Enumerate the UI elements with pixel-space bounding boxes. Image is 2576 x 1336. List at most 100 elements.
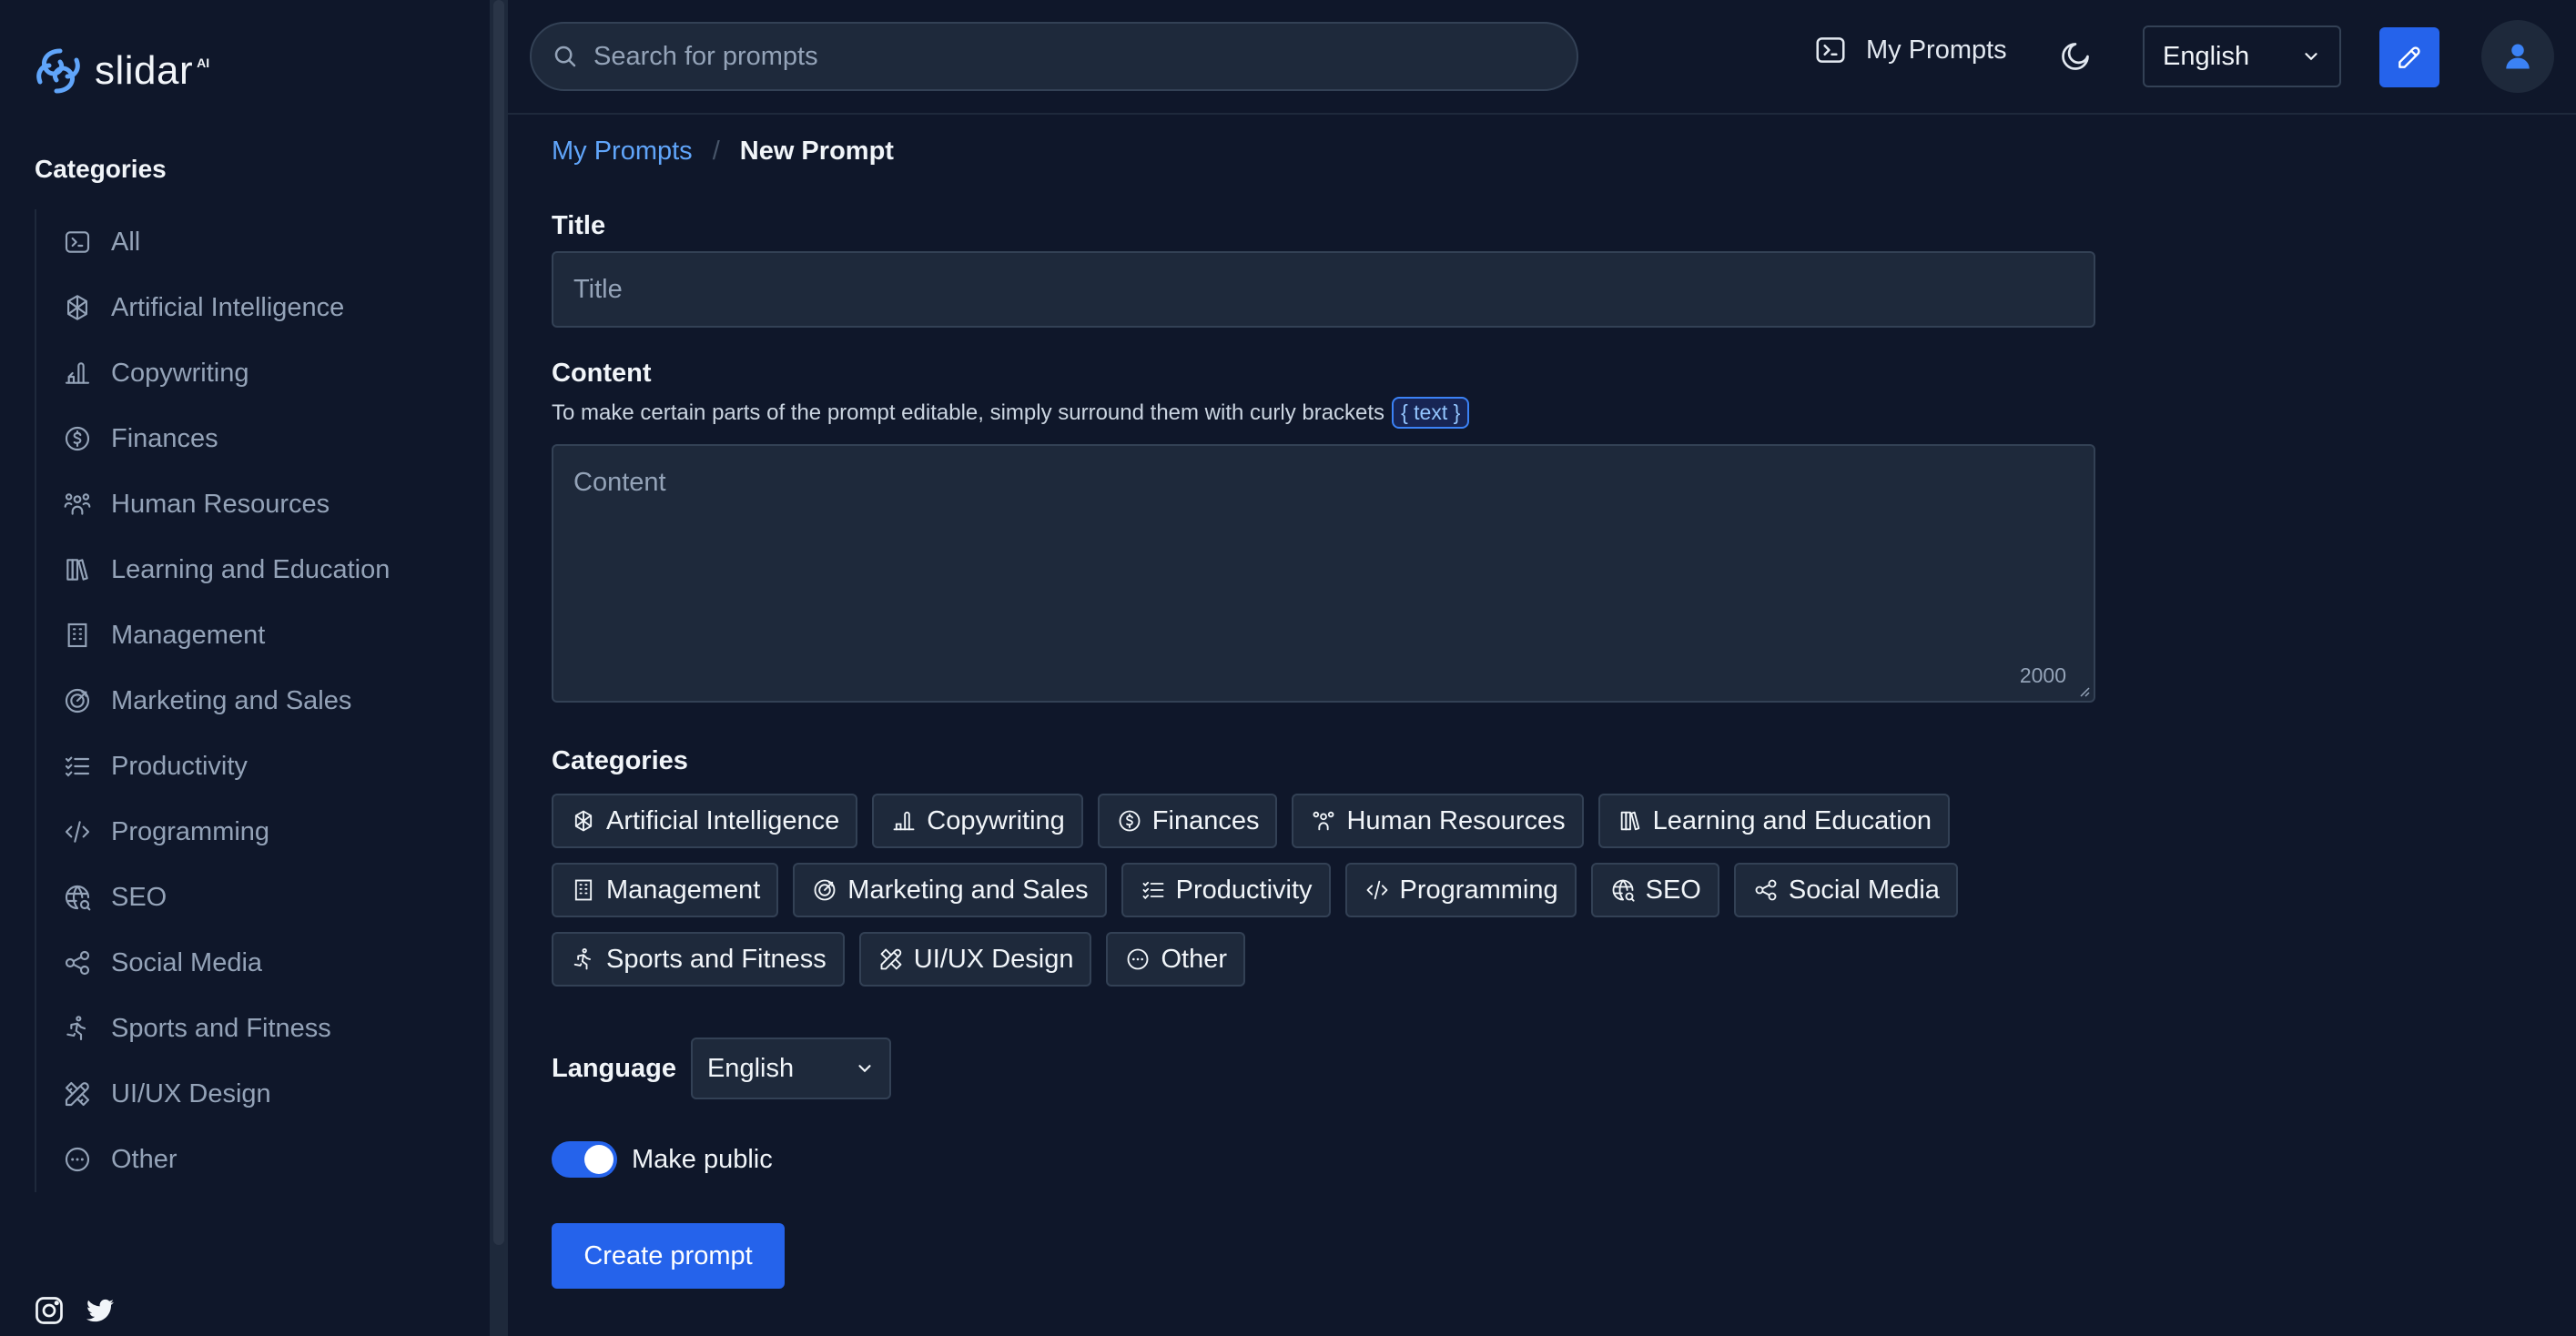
instagram-icon[interactable] bbox=[33, 1294, 66, 1327]
tools-icon bbox=[877, 946, 905, 973]
character-counter: 2000 bbox=[2019, 663, 2066, 687]
sidebar-item-sports-and-fitness[interactable]: Sports and Fitness bbox=[36, 996, 481, 1061]
chip-human-resources[interactable]: Human Resources bbox=[1292, 794, 1584, 848]
chip-marketing-and-sales[interactable]: Marketing and Sales bbox=[793, 863, 1107, 917]
chip-artificial-intelligence[interactable]: Artificial Intelligence bbox=[552, 794, 858, 848]
share-icon bbox=[62, 947, 93, 978]
chip-social-media[interactable]: Social Media bbox=[1733, 863, 1958, 917]
breadcrumb-separator: / bbox=[712, 137, 720, 166]
breadcrumb-current: New Prompt bbox=[739, 137, 894, 166]
prompt-language-select[interactable]: English bbox=[690, 1037, 891, 1099]
pencil-icon bbox=[2395, 43, 2424, 72]
users-icon bbox=[1310, 807, 1337, 835]
logo-icon bbox=[33, 46, 84, 96]
chip-productivity[interactable]: Productivity bbox=[1121, 863, 1331, 917]
chip-label: Learning and Education bbox=[1652, 805, 1932, 835]
twitter-icon[interactable] bbox=[84, 1294, 117, 1327]
terminal-icon bbox=[62, 227, 93, 258]
chip-other[interactable]: Other bbox=[1106, 932, 1245, 987]
sidebar-item-label: Other bbox=[111, 1144, 177, 1174]
new-prompt-button[interactable] bbox=[2379, 27, 2439, 87]
content-textarea[interactable]: Content 2000 bbox=[552, 444, 2095, 703]
make-public-field: Make public bbox=[552, 1141, 773, 1178]
sidebar-item-learning-and-education[interactable]: Learning and Education bbox=[36, 537, 481, 602]
sidebar-item-label: Sports and Fitness bbox=[111, 1013, 331, 1043]
language-select[interactable]: English bbox=[2143, 25, 2341, 87]
brand-sup: AI bbox=[197, 56, 210, 70]
sidebar-item-label: Copywriting bbox=[111, 358, 249, 388]
chip-sports-and-fitness[interactable]: Sports and Fitness bbox=[552, 932, 845, 987]
sidebar-scrollbar[interactable] bbox=[490, 0, 508, 1336]
user-avatar[interactable] bbox=[2481, 20, 2554, 93]
make-public-toggle[interactable] bbox=[552, 1141, 617, 1178]
checklist-icon bbox=[62, 751, 93, 782]
sidebar-item-all[interactable]: All bbox=[36, 209, 481, 275]
chip-ui-ux-design[interactable]: UI/UX Design bbox=[858, 932, 1092, 987]
my-prompts-link[interactable]: My Prompts bbox=[1813, 33, 2007, 67]
sidebar-item-label: Learning and Education bbox=[111, 554, 390, 584]
sidebar-item-seo[interactable]: SEO bbox=[36, 865, 481, 930]
sidebar-item-programming[interactable]: Programming bbox=[36, 799, 481, 865]
brand-logo[interactable]: slidar AI bbox=[33, 46, 209, 96]
openai-icon bbox=[570, 807, 597, 835]
create-prompt-button[interactable]: Create prompt bbox=[552, 1223, 785, 1289]
user-icon bbox=[2501, 40, 2534, 73]
chip-finances[interactable]: Finances bbox=[1097, 794, 1278, 848]
openai-icon bbox=[62, 292, 93, 323]
writing-hand-icon bbox=[62, 358, 93, 389]
chip-label: Productivity bbox=[1175, 875, 1313, 905]
chip-label: Management bbox=[606, 875, 761, 905]
chip-management[interactable]: Management bbox=[552, 863, 779, 917]
chip-copywriting[interactable]: Copywriting bbox=[872, 794, 1083, 848]
sidebar-item-productivity[interactable]: Productivity bbox=[36, 734, 481, 799]
chip-label: Artificial Intelligence bbox=[606, 805, 840, 835]
sidebar-item-management[interactable]: Management bbox=[36, 602, 481, 668]
checklist-icon bbox=[1140, 876, 1167, 904]
chip-label: SEO bbox=[1645, 875, 1701, 905]
sidebar-item-label: SEO bbox=[111, 882, 167, 912]
sidebar-item-label: UI/UX Design bbox=[111, 1078, 271, 1108]
sidebar-item-copywriting[interactable]: Copywriting bbox=[36, 340, 481, 406]
sidebar-item-artificial-intelligence[interactable]: Artificial Intelligence bbox=[36, 275, 481, 340]
sidebar-item-other[interactable]: Other bbox=[36, 1127, 481, 1192]
social-links bbox=[33, 1294, 117, 1327]
title-input[interactable]: Title bbox=[552, 251, 2095, 328]
sidebar-item-label: Productivity bbox=[111, 751, 248, 781]
make-public-label: Make public bbox=[632, 1144, 773, 1174]
sidebar-item-finances[interactable]: Finances bbox=[36, 406, 481, 471]
sidebar-item-label: Marketing and Sales bbox=[111, 685, 352, 715]
sidebar-item-label: Human Resources bbox=[111, 489, 330, 519]
scrollbar-thumb[interactable] bbox=[493, 0, 504, 1245]
toggle-knob bbox=[584, 1145, 614, 1174]
sidebar-item-marketing-and-sales[interactable]: Marketing and Sales bbox=[36, 668, 481, 734]
search-bar[interactable] bbox=[530, 22, 1578, 91]
tools-icon bbox=[62, 1078, 93, 1109]
chip-seo[interactable]: SEO bbox=[1590, 863, 1719, 917]
sidebar-item-label: Social Media bbox=[111, 947, 263, 977]
search-input[interactable] bbox=[593, 41, 1504, 72]
breadcrumb-my-prompts[interactable]: My Prompts bbox=[552, 137, 693, 167]
dots-circle-icon bbox=[1124, 946, 1151, 973]
chip-programming[interactable]: Programming bbox=[1344, 863, 1577, 917]
sidebar-item-social-media[interactable]: Social Media bbox=[36, 930, 481, 996]
my-prompts-label: My Prompts bbox=[1866, 35, 2007, 65]
chip-learning-and-education[interactable]: Learning and Education bbox=[1597, 794, 1950, 848]
categories-label: Categories bbox=[552, 746, 688, 775]
dots-circle-icon bbox=[62, 1144, 93, 1175]
brand-name: slidar bbox=[95, 48, 194, 93]
users-icon bbox=[62, 489, 93, 520]
world-search-icon bbox=[1609, 876, 1637, 904]
title-label: Title bbox=[552, 211, 606, 240]
chip-label: Human Resources bbox=[1346, 805, 1566, 835]
sidebar-item-ui-ux-design[interactable]: UI/UX Design bbox=[36, 1061, 481, 1127]
code-icon bbox=[62, 816, 93, 847]
sidebar-item-human-resources[interactable]: Human Resources bbox=[36, 471, 481, 537]
chip-label: Marketing and Sales bbox=[847, 875, 1089, 905]
resize-handle-icon[interactable] bbox=[2077, 684, 2090, 697]
sidebar-item-label: Finances bbox=[111, 423, 218, 453]
code-icon bbox=[1364, 876, 1391, 904]
chevron-down-icon bbox=[2301, 46, 2321, 66]
moon-icon[interactable] bbox=[2059, 40, 2092, 73]
chip-label: Finances bbox=[1151, 805, 1260, 835]
running-icon bbox=[62, 1013, 93, 1044]
